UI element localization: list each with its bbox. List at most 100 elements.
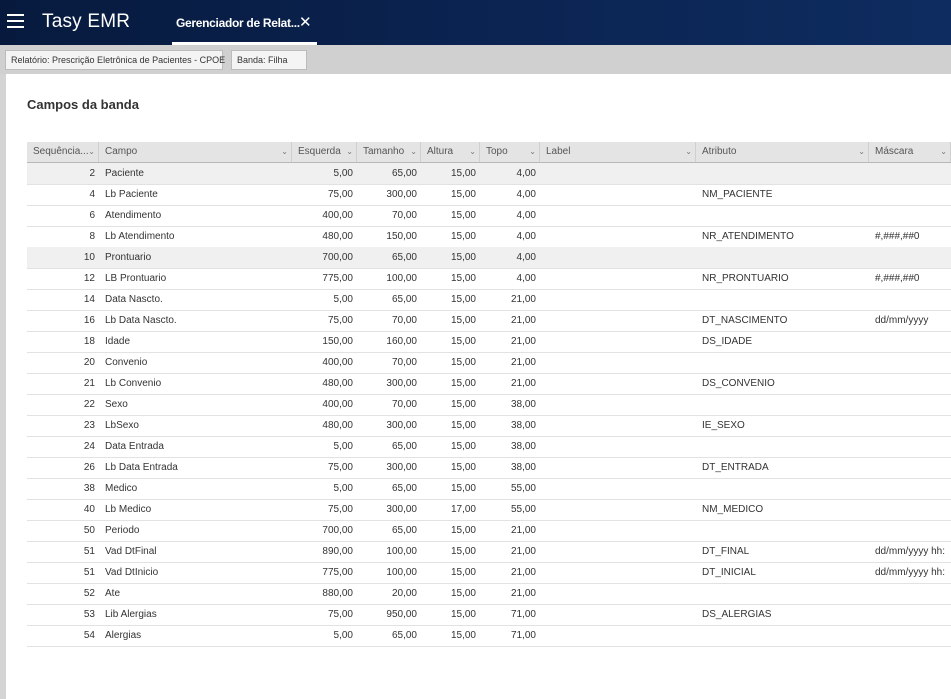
column-header-topo[interactable]: Topo ⌄ (480, 142, 540, 162)
cell-label (540, 541, 696, 562)
column-header-mascara[interactable]: Máscara ⌄ (869, 142, 951, 162)
cell-tamanho: 65,00 (391, 483, 417, 494)
cell-atributo: DT_ENTRADA (702, 462, 769, 473)
breadcrumb-band[interactable]: Banda: Filha (231, 50, 307, 70)
cell-label (540, 268, 696, 289)
cell-campo: Lb Medico (105, 504, 152, 515)
cell-tamanho: 100,00 (386, 567, 417, 578)
app-title: Tasy EMR (42, 11, 131, 32)
breadcrumb-report[interactable]: Relatório: Prescrição Eletrônica de Paci… (5, 50, 225, 70)
column-header-sequencia[interactable]: Sequência... ⌄ (27, 142, 99, 162)
close-icon[interactable]: ✕ (299, 13, 312, 31)
table-row[interactable]: 6 Atendimento 400,00 70,00 15,00 4,00 (27, 205, 951, 227)
cell-mascara (869, 499, 951, 520)
cell-topo: 55,00 (510, 504, 536, 515)
menu-icon[interactable] (7, 14, 24, 29)
table-row[interactable]: 24 Data Entrada 5,00 65,00 15,00 38,00 (27, 436, 951, 458)
column-header-altura[interactable]: Altura ⌄ (421, 142, 480, 162)
cell-label (540, 352, 696, 373)
table-row[interactable]: 26 Lb Data Entrada 75,00 300,00 15,00 38,00 DT… (27, 457, 951, 479)
cell-tamanho: 65,00 (391, 630, 417, 641)
breadcrumb-report-label: Relatório: (11, 55, 50, 65)
table-row[interactable]: 40 Lb Medico 75,00 300,00 17,00 55,00 NM_MEDIC… (27, 499, 951, 521)
chevron-down-icon: ⌄ (469, 147, 476, 156)
cell-esquerda: 880,00 (322, 588, 353, 599)
table-row[interactable]: 8 Lb Atendimento 480,00 150,00 15,00 4,00 NR_A… (27, 226, 951, 248)
cell-esquerda: 5,00 (333, 630, 353, 641)
cell-esquerda: 5,00 (333, 168, 353, 179)
cell-label (540, 247, 696, 268)
column-header-tamanho[interactable]: Tamanho ⌄ (357, 142, 421, 162)
cell-tamanho: 65,00 (391, 294, 417, 305)
cell-topo: 4,00 (516, 168, 536, 179)
table-row[interactable]: 51 Vad DtInicio 775,00 100,00 15,00 21,00 DT_I… (27, 562, 951, 584)
cell-topo: 21,00 (510, 588, 536, 599)
table-row[interactable]: 16 Lb Data Nascto. 75,00 70,00 15,00 21,00 DT_… (27, 310, 951, 332)
cell-atributo (696, 583, 869, 604)
chevron-down-icon: ⌄ (685, 147, 692, 156)
table-row[interactable]: 53 Lib Alergias 75,00 950,00 15,00 71,00 DS_AL… (27, 604, 951, 626)
cell-topo: 71,00 (510, 630, 536, 641)
cell-tamanho: 300,00 (386, 378, 417, 389)
cell-topo: 38,00 (510, 441, 536, 452)
cell-mascara (869, 373, 951, 394)
cell-label (540, 604, 696, 625)
cell-sequencia: 14 (83, 294, 95, 305)
cell-mascara (869, 604, 951, 625)
cell-label (540, 163, 696, 184)
column-header-atributo[interactable]: Atributo ⌄ (696, 142, 869, 162)
cell-tamanho: 100,00 (386, 273, 417, 284)
column-header-esquerda[interactable]: Esquerda ⌄ (292, 142, 357, 162)
breadcrumb: Relatório: Prescrição Eletrônica de Paci… (0, 45, 951, 74)
chevron-down-icon: ⌄ (529, 147, 536, 156)
cell-mascara (869, 436, 951, 457)
cell-atributo (696, 289, 869, 310)
table-row[interactable]: 54 Alergias 5,00 65,00 15,00 71,00 (27, 625, 951, 647)
cell-altura: 15,00 (450, 378, 476, 389)
table-row[interactable]: 22 Sexo 400,00 70,00 15,00 38,00 (27, 394, 951, 416)
cell-campo: Lb Data Entrada (105, 462, 178, 473)
cell-label (540, 520, 696, 541)
cell-mascara: dd/mm/yyyy hh: (875, 546, 946, 557)
table-row[interactable]: 50 Periodo 700,00 65,00 15,00 21,00 (27, 520, 951, 542)
cell-tamanho: 300,00 (386, 420, 417, 431)
cell-atributo: NM_PACIENTE (702, 189, 773, 200)
cell-sequencia: 51 (83, 567, 95, 578)
cell-campo: Paciente (105, 168, 144, 179)
cell-atributo: DS_IDADE (702, 336, 753, 347)
table-row[interactable]: 52 Ate 880,00 20,00 15,00 21,00 (27, 583, 951, 605)
cell-atributo: NR_PRONTUARIO (702, 273, 789, 284)
grid-header: Sequência... ⌄ Campo ⌄ Esquerda ⌄ Tamanho ⌄ … (27, 142, 951, 163)
table-row[interactable]: 12 LB Prontuario 775,00 100,00 15,00 4,00 NR_P… (27, 268, 951, 290)
cell-mascara: dd/mm/yyyy hh: (875, 567, 946, 578)
cell-altura: 17,00 (450, 504, 476, 515)
table-row[interactable]: 23 LbSexo 480,00 300,00 15,00 38,00 IE_SEXO (27, 415, 951, 437)
cell-esquerda: 150,00 (322, 336, 353, 347)
cell-sequencia: 23 (83, 420, 95, 431)
cell-tamanho: 100,00 (386, 546, 417, 557)
cell-esquerda: 480,00 (322, 378, 353, 389)
tab-report-manager[interactable]: Gerenciador de Relat... ✕ (172, 0, 317, 45)
table-row[interactable]: 2 Paciente 5,00 65,00 15,00 4,00 (27, 163, 951, 185)
table-row[interactable]: 51 Vad DtFinal 890,00 100,00 15,00 21,00 DT_FI… (27, 541, 951, 563)
table-row[interactable]: 21 Lb Convenio 480,00 300,00 15,00 21,00 DS_CO… (27, 373, 951, 395)
chevron-down-icon: ⌄ (346, 147, 353, 156)
table-row[interactable]: 4 Lb Paciente 75,00 300,00 15,00 4,00 NM_PACIE… (27, 184, 951, 206)
column-header-campo[interactable]: Campo ⌄ (99, 142, 292, 162)
column-header-label[interactable]: Label ⌄ (540, 142, 696, 162)
table-row[interactable]: 18 Idade 150,00 160,00 15,00 21,00 DS_IDADE (27, 331, 951, 353)
cell-altura: 15,00 (450, 399, 476, 410)
cell-altura: 15,00 (450, 483, 476, 494)
table-row[interactable]: 20 Convenio 400,00 70,00 15,00 21,00 (27, 352, 951, 374)
cell-esquerda: 75,00 (327, 609, 353, 620)
cell-label (540, 289, 696, 310)
table-row[interactable]: 10 Prontuario 700,00 65,00 15,00 4,00 (27, 247, 951, 269)
cell-altura: 15,00 (450, 357, 476, 368)
cell-altura: 15,00 (450, 294, 476, 305)
cell-atributo (696, 352, 869, 373)
cell-label (540, 625, 696, 646)
table-row[interactable]: 14 Data Nascto. 5,00 65,00 15,00 21,00 (27, 289, 951, 311)
cell-sequencia: 22 (83, 399, 95, 410)
table-row[interactable]: 38 Medico 5,00 65,00 15,00 55,00 (27, 478, 951, 500)
chevron-down-icon: ⌄ (88, 147, 95, 156)
